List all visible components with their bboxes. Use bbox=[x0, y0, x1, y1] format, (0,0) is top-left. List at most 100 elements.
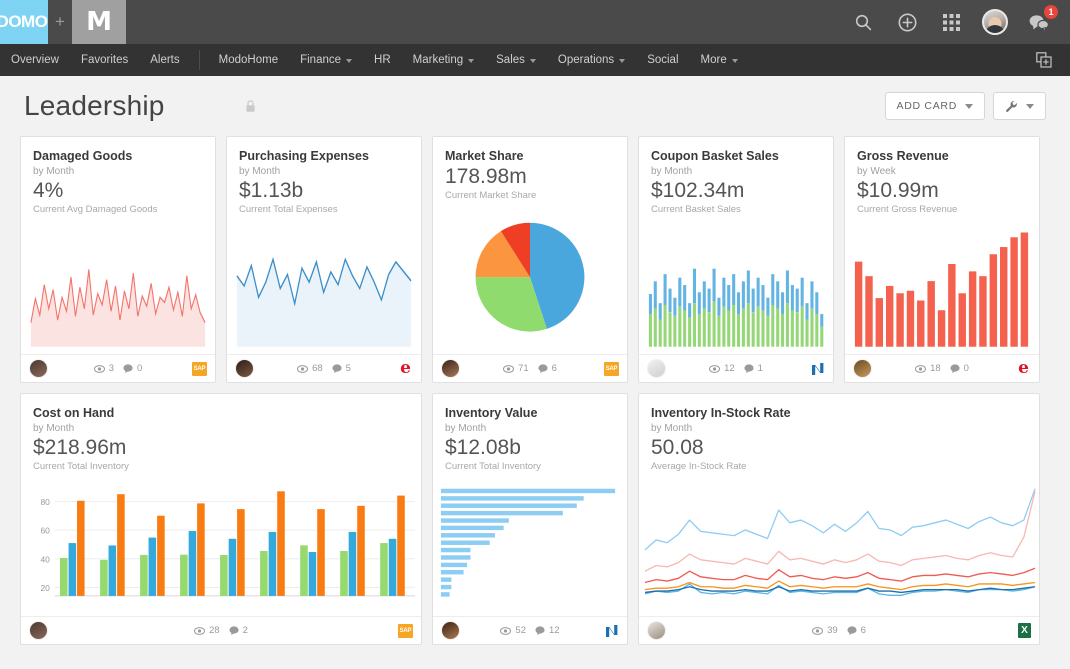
add-tab-button[interactable]: + bbox=[48, 0, 72, 44]
chart-cost-on-hand[interactable]: 20406080 bbox=[21, 472, 421, 616]
page-tools-button[interactable] bbox=[993, 92, 1046, 120]
topbar-icon-group: 1 bbox=[850, 0, 1070, 44]
bar bbox=[865, 276, 872, 347]
netsuite-source-icon[interactable] bbox=[604, 624, 619, 638]
comments-stat: 1 bbox=[744, 363, 763, 374]
bar-segment-green bbox=[708, 312, 711, 346]
card-metric-label: Current Total Inventory bbox=[33, 461, 409, 472]
card-market-share[interactable]: Market Share 178.98m Current Market Shar… bbox=[432, 136, 628, 383]
card-gross-revenue[interactable]: Gross Revenue by Week $10.99m Current Gr… bbox=[844, 136, 1040, 383]
active-tab-modo[interactable]: M bbox=[72, 0, 126, 44]
sap-source-icon[interactable]: SAP bbox=[604, 362, 619, 376]
bar-segment-green bbox=[747, 303, 750, 347]
card-header: Gross Revenue by Week $10.99m Current Gr… bbox=[845, 137, 1039, 215]
nav-item-alerts[interactable]: Alerts bbox=[139, 44, 190, 76]
nav-item-hr[interactable]: HR bbox=[363, 44, 402, 76]
views-stat: 12 bbox=[709, 363, 735, 374]
bar-segment-blue bbox=[776, 281, 779, 308]
views-count: 39 bbox=[827, 625, 838, 636]
bar-segment-green bbox=[805, 319, 808, 346]
card-damaged-goods[interactable]: Damaged Goods by Month 4% Current Avg Da… bbox=[20, 136, 216, 383]
chart-purchasing-expenses[interactable] bbox=[227, 215, 421, 354]
avatar bbox=[29, 359, 48, 378]
chart-gross-revenue[interactable] bbox=[845, 215, 1039, 354]
domo-logo[interactable]: DOMO bbox=[0, 0, 48, 44]
hbar bbox=[441, 511, 563, 515]
bar-segment-green bbox=[683, 310, 686, 346]
add-card-label: ADD CARD bbox=[897, 100, 957, 112]
hbar bbox=[441, 488, 615, 492]
chart-market-share[interactable] bbox=[433, 201, 627, 354]
bar-segment-blue bbox=[815, 292, 818, 314]
card-header: Coupon Basket Sales by Month $102.34m Cu… bbox=[639, 137, 833, 215]
netsuite-source-icon[interactable] bbox=[810, 362, 825, 376]
nav-label: HR bbox=[374, 54, 391, 66]
comments-count: 0 bbox=[137, 363, 142, 374]
bar bbox=[855, 261, 862, 346]
edge-source-icon[interactable]: e bbox=[1016, 362, 1031, 376]
bar-green bbox=[340, 551, 348, 596]
bar-segment-blue bbox=[761, 285, 764, 310]
bar-segment-blue bbox=[722, 277, 725, 306]
nav-item-finance[interactable]: Finance bbox=[289, 44, 363, 76]
bar-segment-blue bbox=[703, 281, 706, 308]
card-value: $1.13b bbox=[239, 180, 409, 203]
search-icon[interactable] bbox=[850, 9, 876, 35]
card-title: Purchasing Expenses bbox=[239, 149, 409, 163]
nav-item-more[interactable]: More bbox=[690, 44, 749, 76]
chart-damaged-goods[interactable] bbox=[21, 215, 215, 354]
nav-label: Sales bbox=[496, 54, 525, 66]
card-coupon-basket-sales[interactable]: Coupon Basket Sales by Month $102.34m Cu… bbox=[638, 136, 834, 383]
nav-item-favorites[interactable]: Favorites bbox=[70, 44, 139, 76]
nav-item-operations[interactable]: Operations bbox=[547, 44, 636, 76]
buzz-chat-icon[interactable]: 1 bbox=[1026, 9, 1052, 35]
card-stats: 3 0 bbox=[21, 363, 215, 374]
comment-icon bbox=[123, 364, 133, 373]
card-metric-label: Current Total Expenses bbox=[239, 204, 409, 215]
hbar bbox=[441, 577, 451, 581]
card-metric-label: Current Market Share bbox=[445, 190, 615, 201]
user-avatar[interactable] bbox=[982, 9, 1008, 35]
card-inventory-in-stock-rate[interactable]: Inventory In-Stock Rate by Month 50.08 A… bbox=[638, 393, 1040, 645]
bar-blue bbox=[189, 531, 197, 596]
excel-source-icon[interactable]: X bbox=[1018, 623, 1031, 638]
add-circle-icon[interactable] bbox=[894, 9, 920, 35]
hbar bbox=[441, 503, 577, 507]
bar-segment-green bbox=[815, 314, 818, 347]
bar-segment-green bbox=[791, 310, 794, 346]
copy-page-icon[interactable] bbox=[1036, 52, 1070, 68]
card-stats: 28 2 bbox=[21, 625, 421, 636]
edge-source-icon[interactable]: e bbox=[398, 362, 413, 376]
horizontal-bar-chart-svg bbox=[433, 472, 627, 616]
nav-item-overview[interactable]: Overview bbox=[0, 44, 70, 76]
bar-orange bbox=[357, 506, 365, 596]
area-chart-svg bbox=[21, 215, 215, 354]
card-inventory-value[interactable]: Inventory Value by Month $12.08b Current… bbox=[432, 393, 628, 645]
bar-segment-green bbox=[810, 308, 813, 346]
chevron-down-icon bbox=[346, 59, 352, 63]
add-card-button[interactable]: ADD CARD bbox=[885, 92, 985, 120]
comment-icon bbox=[950, 364, 960, 373]
chart-inventory-in-stock-rate[interactable] bbox=[639, 472, 1039, 616]
app-grid-icon[interactable] bbox=[938, 9, 964, 35]
nav-item-modohome[interactable]: ModoHome bbox=[208, 44, 289, 76]
bar-segment-green bbox=[757, 307, 760, 347]
card-purchasing-expenses[interactable]: Purchasing Expenses by Month $1.13b Curr… bbox=[226, 136, 422, 383]
nav-item-sales[interactable]: Sales bbox=[485, 44, 547, 76]
line-series-6 bbox=[645, 586, 1035, 592]
sap-source-icon[interactable]: SAP bbox=[192, 362, 207, 376]
nav-item-marketing[interactable]: Marketing bbox=[402, 44, 486, 76]
card-footer: 28 2 SAP bbox=[21, 616, 421, 644]
card-cost-on-hand[interactable]: Cost on Hand by Month $218.96m Current T… bbox=[20, 393, 422, 645]
sap-source-icon[interactable]: SAP bbox=[398, 624, 413, 638]
bar bbox=[1021, 232, 1028, 346]
bar-segment-green bbox=[766, 315, 769, 346]
chart-inventory-value[interactable] bbox=[433, 472, 627, 616]
card-title: Inventory In-Stock Rate bbox=[651, 406, 1027, 420]
nav-item-social[interactable]: Social bbox=[636, 44, 689, 76]
bar-segment-green bbox=[801, 307, 804, 347]
chart-coupon-basket-sales[interactable] bbox=[639, 215, 833, 354]
card-stats: 12 1 bbox=[639, 363, 833, 374]
bar-segment-blue bbox=[659, 303, 662, 319]
nav-primary-group: Overview Favorites Alerts bbox=[0, 44, 191, 76]
